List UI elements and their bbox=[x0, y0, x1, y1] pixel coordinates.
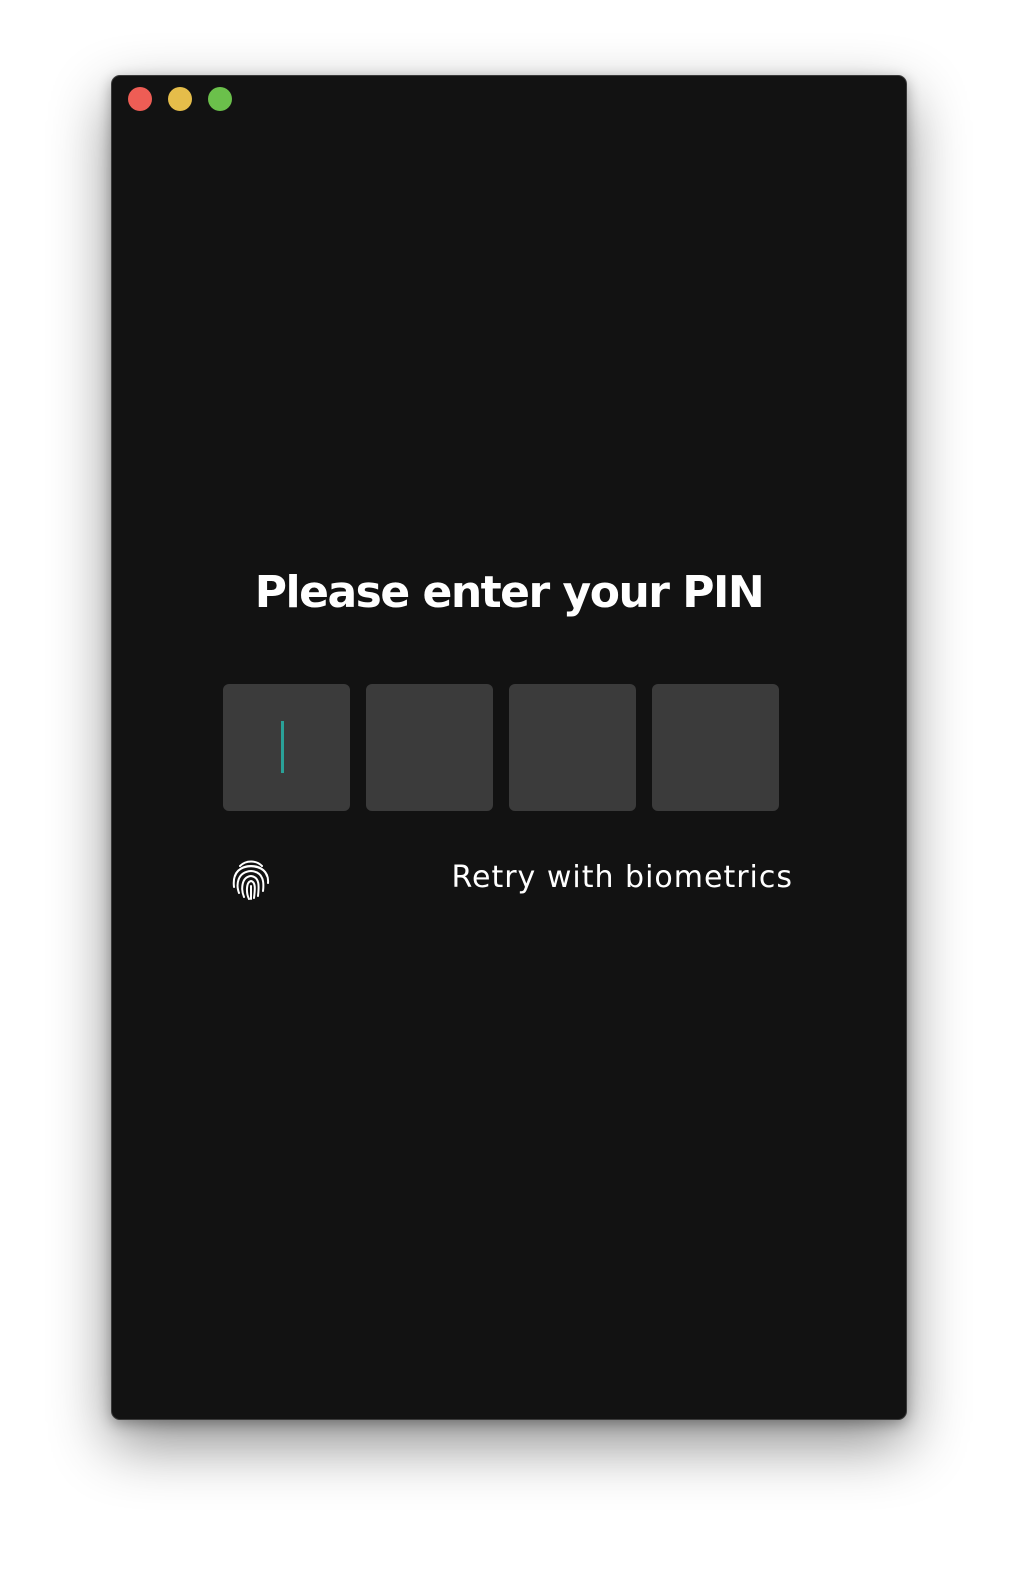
window-controls bbox=[128, 87, 232, 111]
pin-prompt-title: Please enter your PIN bbox=[254, 567, 765, 618]
minimize-window-button[interactable] bbox=[168, 87, 192, 111]
pin-input-group bbox=[223, 684, 779, 811]
pin-digit-4-input[interactable] bbox=[652, 684, 779, 811]
pin-digit-3-input[interactable] bbox=[509, 684, 636, 811]
zoom-window-button[interactable] bbox=[208, 87, 232, 111]
pin-digit-1-input[interactable] bbox=[223, 684, 350, 811]
app-window: Please enter your PIN Retry with biometr… bbox=[111, 75, 907, 1420]
retry-biometrics-button[interactable]: Retry with biometrics bbox=[231, 852, 793, 906]
pin-digit-2-input[interactable] bbox=[366, 684, 493, 811]
fingerprint-icon bbox=[232, 860, 270, 900]
close-window-button[interactable] bbox=[128, 87, 152, 111]
retry-biometrics-label: Retry with biometrics bbox=[451, 860, 793, 895]
text-cursor bbox=[281, 721, 284, 773]
